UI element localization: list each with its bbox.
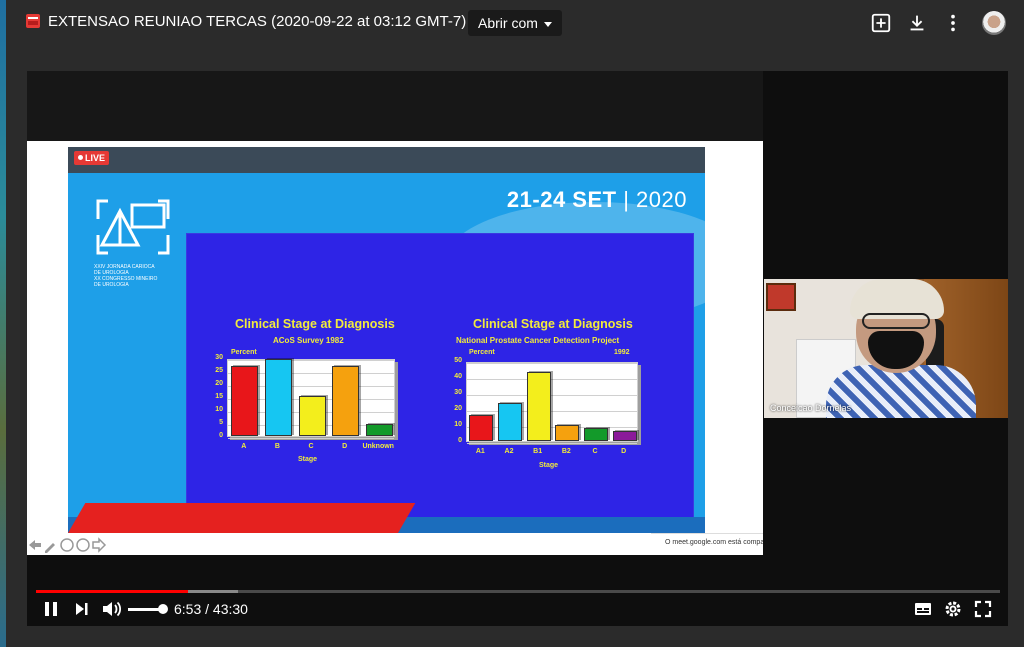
gridline <box>228 360 394 361</box>
x-category-label: Unknown <box>362 443 394 450</box>
video-file-icon <box>26 14 40 28</box>
bar-a1 <box>469 415 494 441</box>
y-tick-label: 10 <box>215 406 223 413</box>
background-edge <box>0 0 6 647</box>
settings-gear-icon[interactable] <box>943 599 963 619</box>
live-badge: LIVE <box>74 151 110 165</box>
captions-icon[interactable] <box>913 599 933 619</box>
y-tick-label: 30 <box>454 389 462 396</box>
gridline <box>467 363 637 364</box>
gridline <box>467 395 637 396</box>
bar-d <box>612 431 637 441</box>
bar-b1 <box>526 372 551 441</box>
bar-c <box>298 395 326 436</box>
chart2-note: 1992 <box>614 349 630 356</box>
chart1-plot <box>227 359 395 439</box>
y-tick-label: 25 <box>215 367 223 374</box>
event-dates: 21-24 SET | 2020 <box>506 187 687 212</box>
chart-panel: Clinical Stage at Diagnosis ACoS Survey … <box>186 233 694 520</box>
bar-b <box>264 359 292 436</box>
avatar[interactable] <box>982 11 1006 35</box>
chart2-title: Clinical Stage at Diagnosis <box>473 317 633 331</box>
stream-bar: LIVE <box>68 147 705 173</box>
open-with-button[interactable]: Abrir com <box>468 10 562 36</box>
bar-c <box>584 428 608 441</box>
y-tick-label: 50 <box>454 357 462 364</box>
congress-name: XXIV JORNADA CARIOCA DE UROLOGIA XX CONG… <box>94 264 158 288</box>
live-dot-icon <box>78 155 83 160</box>
volume-icon[interactable] <box>101 599 123 619</box>
screen-share-notification: O meet.google.com está comparti <box>651 533 763 553</box>
chart1-subtitle: ACoS Survey 1982 <box>273 336 344 345</box>
gridline <box>467 379 637 380</box>
chevron-down-icon <box>543 21 552 27</box>
chart2-subtitle: National Prostate Cancer Detection Proje… <box>456 336 620 345</box>
shared-screen: LIVE XXIV JORNADA CARIOCA DE UROLOGIA XX… <box>27 141 763 555</box>
file-title: EXTENSAO REUNIAO TERCAS (2020-09-22 at 0… <box>48 13 467 30</box>
y-tick-label: 0 <box>219 432 223 439</box>
video-letterbox <box>27 71 763 141</box>
chart1-xlabel: Stage <box>298 456 318 463</box>
chart1-ylabel: Percent <box>231 349 257 356</box>
time-display: 6:53 / 43:30 <box>174 601 248 617</box>
open-with-label: Abrir com <box>478 15 538 31</box>
congress-logo <box>96 199 170 255</box>
drive-video-viewer: EXTENSAO REUNIAO TERCAS (2020-09-22 at 0… <box>0 0 1024 647</box>
pause-icon[interactable] <box>41 599 61 619</box>
slide-controls[interactable] <box>27 537 111 553</box>
player-controls: 6:53 / 43:30 <box>27 593 1008 626</box>
gridline <box>467 411 637 412</box>
y-tick-label: 15 <box>215 393 223 400</box>
x-category-label: D <box>621 448 627 455</box>
footer-red-band <box>68 503 416 533</box>
y-tick-label: 5 <box>219 419 223 426</box>
add-to-drive-icon[interactable] <box>870 12 892 34</box>
bar-b2 <box>555 425 580 441</box>
video-player[interactable]: LIVE XXIV JORNADA CARIOCA DE UROLOGIA XX… <box>27 71 1008 626</box>
bar-a <box>231 365 259 436</box>
live-label: LIVE <box>85 153 106 163</box>
participant-camera: Conceicao Dornelas <box>764 279 1008 418</box>
bar-unknown <box>365 424 393 436</box>
y-tick-label: 20 <box>454 405 462 412</box>
y-tick-label: 0 <box>458 437 462 444</box>
top-bar: EXTENSAO REUNIAO TERCAS (2020-09-22 at 0… <box>6 0 1024 48</box>
bar-a2 <box>498 402 522 441</box>
chart2-plot <box>466 362 638 444</box>
bar-d <box>332 365 360 436</box>
presentation-slide: LIVE XXIV JORNADA CARIOCA DE UROLOGIA XX… <box>68 147 705 533</box>
chart2-ylabel: Percent <box>469 349 495 356</box>
y-tick-label: 30 <box>215 354 223 361</box>
volume-knob[interactable] <box>158 604 168 614</box>
gridline <box>228 438 394 439</box>
download-icon[interactable] <box>906 12 928 34</box>
chart1-title: Clinical Stage at Diagnosis <box>235 317 395 331</box>
more-vert-icon[interactable] <box>942 12 964 34</box>
next-icon[interactable] <box>72 599 92 619</box>
gridline <box>467 443 637 444</box>
chart2-xlabel: Stage <box>539 462 559 469</box>
fullscreen-icon[interactable] <box>973 599 993 619</box>
participant-name: Conceicao Dornelas <box>770 403 852 413</box>
y-tick-label: 20 <box>215 380 223 387</box>
y-tick-label: 10 <box>454 421 462 428</box>
y-tick-label: 40 <box>454 373 462 380</box>
